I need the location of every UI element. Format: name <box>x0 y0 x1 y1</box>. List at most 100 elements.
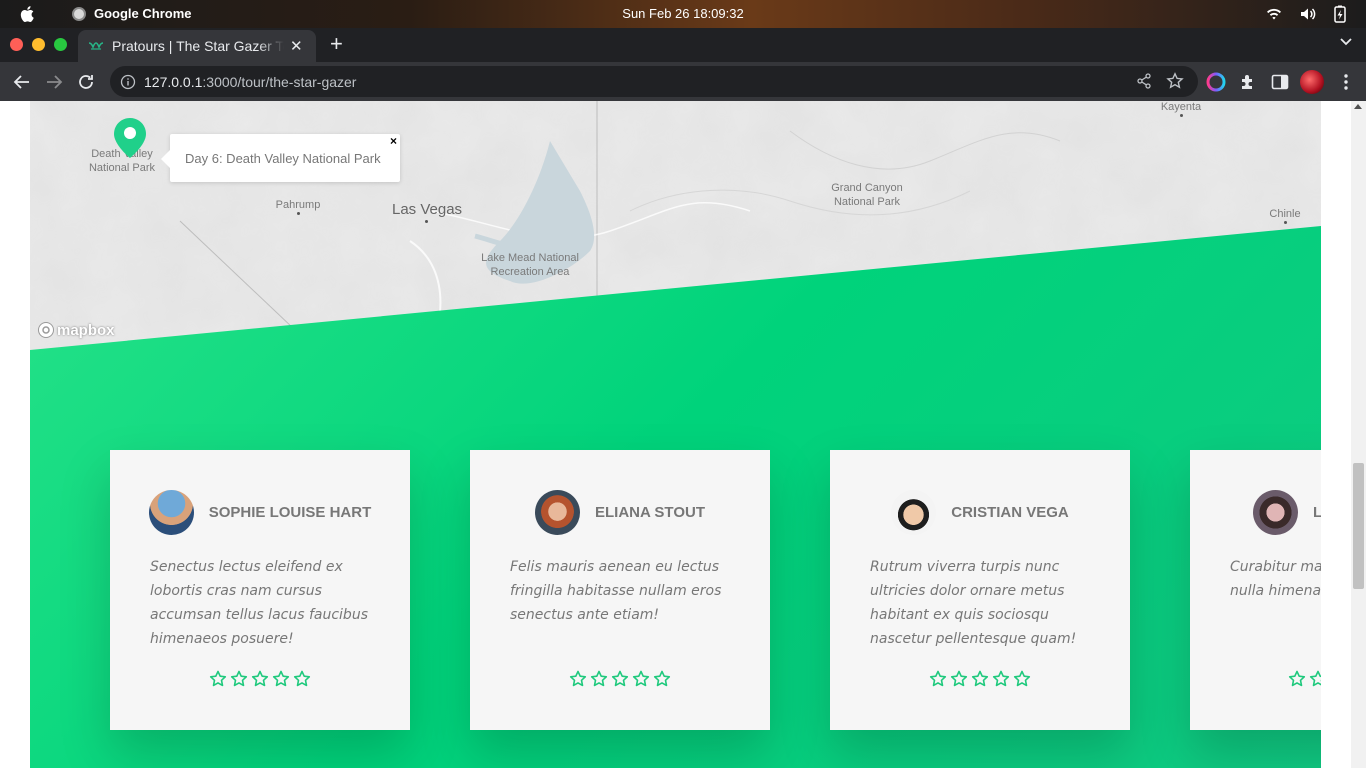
profile-avatar[interactable] <box>1300 70 1324 94</box>
back-arrow-icon[interactable] <box>12 72 32 92</box>
review-card: Laura Wilson Curabitur maximus vestibulu… <box>1190 450 1321 730</box>
star-icon <box>293 670 311 687</box>
url-host: 127.0.0.1 <box>144 73 203 90</box>
star-icon <box>251 670 269 687</box>
map-label-kayenta: Kayenta <box>1160 101 1202 113</box>
forward-arrow-icon[interactable] <box>44 72 64 92</box>
tab-close-icon[interactable]: ✕ <box>290 39 303 54</box>
site-info-icon[interactable] <box>120 74 136 90</box>
star-icon <box>971 670 989 687</box>
system-clock[interactable]: Sun Feb 26 18:09:32 <box>0 6 1366 21</box>
star-icon <box>992 670 1010 687</box>
review-rating <box>830 670 1130 688</box>
star-icon <box>590 670 608 687</box>
star-icon <box>950 670 968 687</box>
map-pin-icon[interactable] <box>113 117 147 159</box>
tour-page: Death Valley National Park Pahrump Las V… <box>30 101 1321 768</box>
reviewer-avatar <box>891 490 937 535</box>
review-text: Felis mauris aenean eu lectus fringilla … <box>510 559 722 623</box>
extensions-puzzle-icon[interactable] <box>1238 72 1258 92</box>
reviewer-name: Sophie Louise Hart <box>208 504 372 521</box>
reviewer-name: Laura Wilson <box>1313 504 1321 521</box>
star-icon <box>209 670 227 687</box>
window-maximize-button[interactable] <box>54 38 67 51</box>
reload-icon[interactable] <box>76 72 96 92</box>
battery-icon[interactable] <box>1334 5 1346 23</box>
bookmark-star-icon[interactable] <box>1166 72 1184 90</box>
star-icon <box>569 670 587 687</box>
map-dot-las-vegas <box>425 220 428 223</box>
map-label-line: National Park <box>833 196 901 208</box>
scrollbar-track[interactable] <box>1351 101 1366 768</box>
map-label-chinle: Chinle <box>1269 208 1301 220</box>
star-icon <box>929 670 947 687</box>
map-popup-text: Day 6: Death Valley National Park <box>185 150 381 166</box>
map-label-line: Lake Mead National <box>481 252 579 264</box>
review-header: Cristian Vega <box>830 490 1130 535</box>
url-text: 127.0.0.1:3000/tour/the-star-gazer <box>144 74 356 90</box>
page-viewport: Death Valley National Park Pahrump Las V… <box>0 101 1366 768</box>
star-icon <box>653 670 671 687</box>
review-header: Laura Wilson <box>1190 490 1321 535</box>
review-rating <box>470 670 770 688</box>
tab-favicon-icon <box>88 42 104 50</box>
new-tab-button[interactable]: + <box>330 33 343 55</box>
share-icon[interactable] <box>1136 73 1152 89</box>
map-label-pahrump: Pahrump <box>275 199 321 211</box>
review-rating <box>1190 670 1321 688</box>
browser-toolbar: 127.0.0.1:3000/tour/the-star-gazer <box>0 62 1366 101</box>
review-header: Eliana Stout <box>470 490 770 535</box>
system-tray <box>1266 5 1346 23</box>
map-label-line: Grand Canyon <box>831 182 903 194</box>
window-minimize-button[interactable] <box>32 38 45 51</box>
map-dot-chinle <box>1284 221 1287 224</box>
reviewer-avatar <box>148 490 194 535</box>
review-text: Curabitur maximus vestibulum nulla himen… <box>1230 559 1321 599</box>
star-icon <box>1288 670 1306 687</box>
page-scrollbar[interactable] <box>1321 101 1366 768</box>
review-card: Cristian Vega Rutrum viverra turpis nunc… <box>830 450 1130 730</box>
browser-tab-strip: Pratours | The Star Gazer Tour ✕ + <box>0 28 1366 62</box>
star-icon <box>611 670 629 687</box>
map-label-line: National Park <box>88 162 156 174</box>
star-icon <box>272 670 290 687</box>
tab-pratours[interactable]: Pratours | The Star Gazer Tour ✕ <box>78 30 316 62</box>
color-extension-icon[interactable] <box>1206 72 1226 92</box>
tab-search-chevron-icon[interactable] <box>1340 38 1352 46</box>
star-icon <box>1309 670 1321 687</box>
browser-menu-kebab-icon[interactable] <box>1336 72 1356 92</box>
volume-icon[interactable] <box>1300 7 1316 21</box>
address-bar[interactable]: 127.0.0.1:3000/tour/the-star-gazer <box>110 66 1198 97</box>
map-dot-pahrump <box>297 212 300 215</box>
map-popup: Day 6: Death Valley National Park × <box>161 134 400 182</box>
map-label-las-vegas: Las Vegas <box>392 201 463 218</box>
scroll-up-arrow-icon[interactable] <box>1354 104 1362 109</box>
url-path: :3000/tour/the-star-gazer <box>202 73 357 90</box>
os-top-bar: Google Chrome Sun Feb 26 18:09:32 <box>0 0 1366 28</box>
reviewer-name: Eliana Stout <box>594 504 705 521</box>
map-label-line: Recreation Area <box>490 266 570 278</box>
tab-title: Pratours | The Star Gazer Tour <box>112 38 284 54</box>
star-icon <box>1013 670 1031 687</box>
review-rating <box>110 670 410 688</box>
map-dot-kayenta <box>1180 114 1183 117</box>
review-text: Senectus lectus eleifend ex lobortis cra… <box>150 559 368 647</box>
wifi-icon[interactable] <box>1266 7 1282 21</box>
star-icon <box>230 670 248 687</box>
side-panel-icon[interactable] <box>1270 72 1290 92</box>
mapbox-logo-text: mapbox <box>57 321 115 339</box>
reviewer-avatar <box>534 490 580 535</box>
star-icon <box>632 670 650 687</box>
reviewer-name: Cristian Vega <box>951 504 1069 521</box>
map-popup-close-button[interactable]: × <box>390 134 397 148</box>
map-label-grand-canyon: Grand Canyon National Park <box>817 181 917 209</box>
review-text: Rutrum viverra turpis nunc ultricies dol… <box>870 559 1077 647</box>
reviewer-avatar <box>1253 490 1298 535</box>
window-close-button[interactable] <box>10 38 23 51</box>
scrollbar-thumb[interactable] <box>1353 463 1364 589</box>
review-card: Eliana Stout Felis mauris aenean eu lect… <box>470 450 770 730</box>
map-label-lake-mead: Lake Mead National Recreation Area <box>470 251 590 279</box>
mapbox-logo[interactable]: mapbox <box>37 321 115 339</box>
review-card: Sophie Louise Hart Senectus lectus eleif… <box>110 450 410 730</box>
mapbox-logo-icon <box>38 322 54 338</box>
